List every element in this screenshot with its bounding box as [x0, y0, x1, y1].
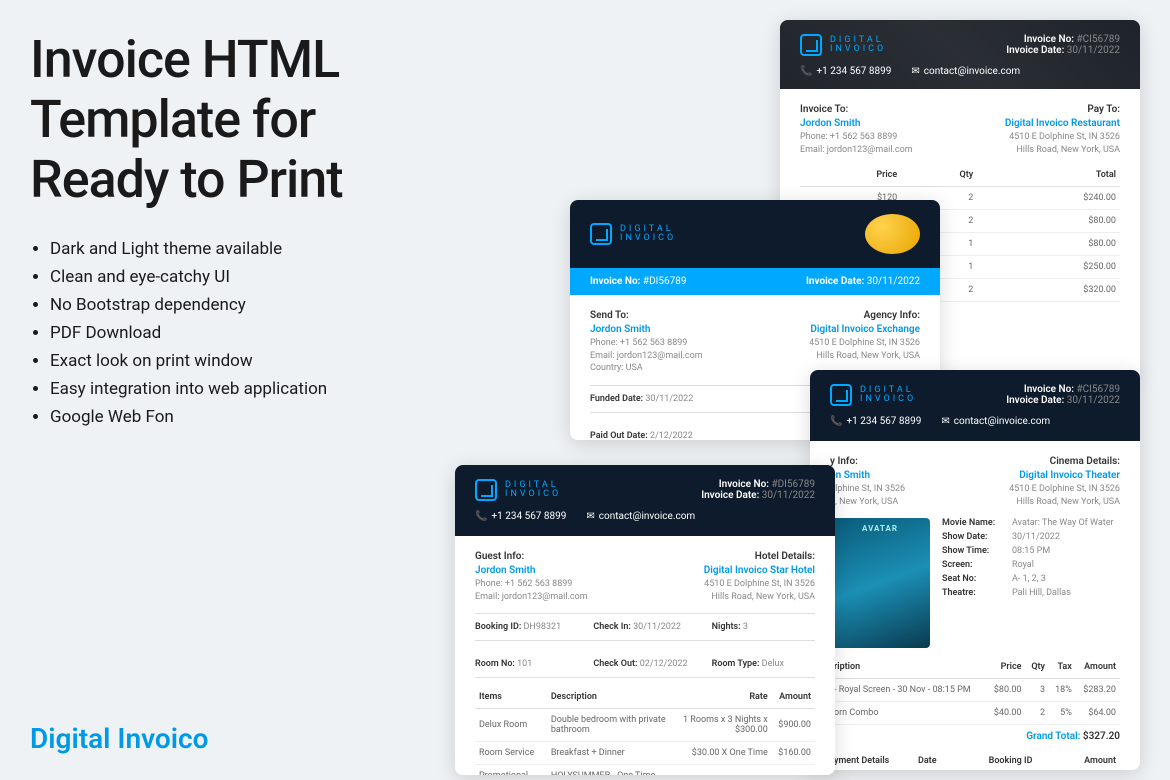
- logo-icon: [800, 34, 822, 56]
- feature-item: Google Web Fon: [50, 407, 460, 427]
- email-icon: ✉ contact@invoice.com: [911, 66, 1020, 77]
- feature-item: No Bootstrap dependency: [50, 295, 460, 315]
- invoice-theater: DIGITALINVOICO Invoice No: #CI56789 Invo…: [810, 370, 1140, 770]
- features-list: Dark and Light theme available Clean and…: [30, 239, 460, 427]
- logo: DIGITALINVOICO: [475, 479, 561, 501]
- logo: DIGITALINVOICO: [830, 384, 916, 406]
- invoice-hotel: DIGITALINVOICO Invoice No: #DI56789 Invo…: [455, 465, 835, 775]
- feature-item: Easy integration into web application: [50, 379, 460, 399]
- phone-icon: 📞 +1 234 567 8899: [475, 511, 566, 522]
- logo: DIGITALINVOICO: [800, 34, 886, 56]
- blue-bar: Invoice No: #DI56789 Invoice Date: 30/11…: [570, 268, 940, 295]
- email-icon: ✉ contact@invoice.com: [586, 511, 695, 522]
- theater-table: riptionPriceQtyTaxAmount - Royal Screen …: [830, 656, 1120, 725]
- coins-icon: [865, 214, 920, 254]
- phone-icon: 📞 +1 234 567 8899: [830, 416, 921, 427]
- feature-item: Dark and Light theme available: [50, 239, 460, 259]
- logo: DIGITALINVOICO: [590, 223, 676, 245]
- email-icon: ✉ contact@invoice.com: [941, 416, 1050, 427]
- feature-item: Clean and eye-catchy UI: [50, 267, 460, 287]
- page-title: Invoice HTML Template for Ready to Print: [30, 30, 460, 209]
- phone-icon: 📞 +1 234 567 8899: [800, 66, 891, 77]
- payment-table: yment DetailsDateBooking IDAmount erican…: [830, 750, 1120, 770]
- feature-item: Exact look on print window: [50, 351, 460, 371]
- logo-icon: [590, 223, 612, 245]
- brand-name: Digital Invoico: [30, 722, 208, 755]
- hotel-table: ItemsDescriptionRateAmount Delux RoomDou…: [475, 686, 815, 775]
- movie-poster: [830, 518, 930, 648]
- movie-details: Movie Name:Avatar: The Way Of Water Show…: [942, 518, 1114, 648]
- logo-icon: [475, 479, 497, 501]
- feature-item: PDF Download: [50, 323, 460, 343]
- logo-icon: [830, 384, 852, 406]
